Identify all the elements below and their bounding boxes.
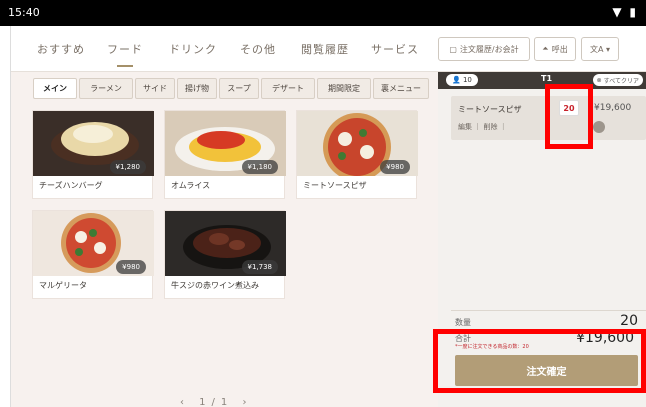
order-history-label: 注文履歴/お会計 — [459, 44, 519, 54]
edit-delete-links[interactable]: 編集 ｜ 削除 ｜ — [458, 122, 507, 132]
item-name: 牛スジの赤ワイン煮込み — [171, 281, 259, 290]
people-count[interactable]: 👤 10 — [446, 74, 478, 86]
call-label: 呼出 — [551, 44, 568, 54]
language-button[interactable]: 文A ▾ — [581, 37, 619, 61]
order-header: 👤 10 T1 ⊗ すべてクリア — [438, 72, 646, 89]
tab-food[interactable]: フード — [107, 41, 143, 67]
price-badge: ¥1,180 — [241, 160, 278, 174]
category-main[interactable]: メイン — [33, 78, 77, 99]
menu-card[interactable]: ¥1,280 チーズハンバーグ — [32, 110, 154, 199]
status-icons: ▼ ▮ — [612, 5, 638, 19]
app-frame: 15:40 ▼ ▮ おすすめ フード ドリンク その他 閲覧履歴 サービス ▢ … — [0, 0, 646, 407]
clear-all-button[interactable]: ⊗ すべてクリア — [592, 74, 643, 86]
order-history-button[interactable]: ▢ 注文履歴/お会計 — [438, 37, 530, 61]
order-item-price: ¥19,600 — [594, 103, 632, 113]
item-name: マルゲリータ — [39, 281, 87, 290]
item-name: チーズハンバーグ — [39, 181, 103, 190]
tab-drink[interactable]: ドリンク — [169, 41, 217, 57]
summary-divider — [451, 310, 646, 311]
status-bar: 15:40 ▼ ▮ — [0, 0, 646, 26]
highlight-box-qty — [545, 84, 593, 149]
receipt-icon: ▢ — [449, 44, 457, 54]
clear-all-label: すべてクリア — [603, 77, 639, 85]
menu-card[interactable]: ¥1,180 オムライス — [164, 110, 286, 199]
close-icon: ⊗ — [596, 76, 602, 84]
menu-card[interactable]: ¥980 ミートソースピザ — [296, 110, 418, 199]
price-badge: ¥980 — [380, 160, 410, 174]
category-dessert[interactable]: デザート — [261, 78, 315, 99]
category-limited[interactable]: 期間限定 — [317, 78, 371, 99]
left-edge — [0, 26, 11, 407]
menu-card[interactable]: ¥980 マルゲリータ — [32, 210, 154, 299]
status-time: 15:40 — [8, 6, 40, 19]
item-name: ミートソースピザ — [303, 181, 367, 190]
tab-food-underline — [117, 65, 133, 67]
tab-history[interactable]: 閲覧履歴 — [301, 41, 349, 57]
qty-value: 20 — [620, 313, 638, 329]
category-ramen[interactable]: ラーメン — [79, 78, 133, 99]
tab-recommend[interactable]: おすすめ — [37, 41, 85, 57]
table-number: T1 — [541, 74, 553, 83]
price-badge: ¥980 — [116, 260, 146, 274]
menu-card[interactable]: ¥1,738 牛スジの赤ワイン煮込み — [164, 210, 286, 299]
person-icon: 👤 — [452, 76, 461, 84]
qty-label: 数量 — [455, 318, 471, 327]
tab-food-label: フード — [107, 43, 143, 56]
minus-button[interactable] — [593, 121, 605, 133]
people-value: 10 — [462, 76, 472, 84]
call-button[interactable]: ⏶ 呼出 — [534, 37, 576, 61]
language-label: 文A ▾ — [589, 44, 611, 54]
item-name: オムライス — [171, 181, 211, 190]
price-badge: ¥1,738 — [241, 260, 278, 274]
highlight-box-confirm — [433, 329, 646, 393]
price-badge: ¥1,280 — [109, 160, 146, 174]
pagination[interactable]: ‹ 1/1 › — [180, 397, 252, 407]
order-item-name: ミートソースピザ — [458, 105, 522, 114]
category-soup[interactable]: スープ — [219, 78, 259, 99]
bell-icon: ⏶ — [542, 44, 549, 53]
category-fried[interactable]: 揚げ物 — [177, 78, 217, 99]
top-nav: おすすめ フード ドリンク その他 閲覧履歴 サービス ▢ 注文履歴/お会計 ⏶… — [11, 26, 646, 72]
category-secret[interactable]: 裏メニュー — [373, 78, 429, 99]
tab-service[interactable]: サービス — [371, 41, 419, 57]
tab-other[interactable]: その他 — [240, 41, 276, 57]
category-side[interactable]: サイド — [135, 78, 175, 99]
